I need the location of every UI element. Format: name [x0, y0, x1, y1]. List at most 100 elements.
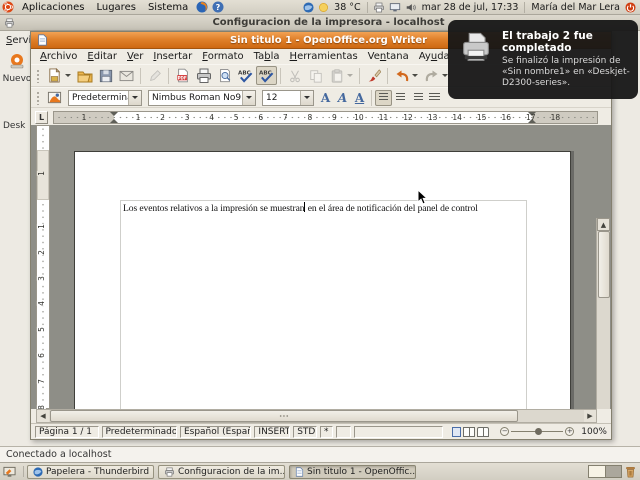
volume-icon[interactable] [405, 2, 417, 13]
save-button[interactable] [95, 66, 116, 85]
export-pdf-button[interactable]: PDF [172, 66, 193, 85]
left-indent-marker[interactable] [110, 112, 118, 123]
open-button[interactable] [74, 66, 95, 85]
display-tray-icon[interactable] [389, 2, 401, 13]
align-left-button[interactable] [375, 89, 392, 106]
new-document-button[interactable] [44, 66, 65, 85]
zoom-in-icon[interactable]: + [565, 427, 575, 436]
writer-menu-archivo[interactable]: Archivo [35, 51, 82, 62]
taskbar-button[interactable]: Papelera - Thunderbird [27, 464, 154, 479]
spellcheck-button[interactable]: ABC [235, 66, 256, 85]
horizontal-scrollbar[interactable]: ◀ ▶ [36, 409, 597, 423]
undo-dropdown[interactable] [412, 74, 418, 77]
font-size-dropdown[interactable] [300, 90, 313, 105]
align-right-button[interactable] [409, 90, 426, 106]
v-ruler-number: 1 [36, 171, 46, 176]
underline-button[interactable]: A [351, 91, 368, 105]
font-name-value: Nimbus Roman No9 L [152, 92, 242, 103]
user-label[interactable]: María del Mar Lera [531, 2, 620, 13]
menu-lugares[interactable]: Lugares [90, 2, 141, 13]
writer-menu-ver[interactable]: Ver [122, 51, 148, 62]
align-center-button[interactable] [392, 90, 409, 106]
paragraph-style-combo[interactable]: Predeterminado [68, 89, 142, 106]
vertical-scrollbar[interactable]: ▲ ▼ ⇈ ○ ⇊ [596, 218, 610, 409]
scroll-left-icon[interactable]: ◀ [37, 410, 49, 422]
font-size-combo[interactable]: 12 [262, 89, 314, 106]
selection-mode-cell[interactable]: STD [293, 425, 318, 438]
print-notification[interactable]: El trabajo 2 fue completado Se finalizó … [448, 20, 638, 99]
horizontal-scroll-thumb[interactable] [50, 410, 518, 422]
v-ruler-number: 3 [36, 275, 46, 281]
workspace-1[interactable] [589, 466, 605, 477]
font-name-dropdown[interactable] [242, 90, 255, 105]
font-size-value: 12 [266, 92, 278, 103]
ubuntu-logo-icon[interactable] [2, 1, 14, 13]
weather-icon[interactable] [318, 2, 329, 13]
writer-menu-tabla[interactable]: Tabla [249, 51, 285, 62]
menu-servidor[interactable]: Servic [6, 35, 32, 46]
page-preview-button[interactable] [214, 66, 235, 85]
shutdown-icon[interactable] [625, 1, 636, 13]
page-number-cell[interactable]: Página 1 / 1 [35, 425, 99, 438]
insert-mode-cell[interactable]: INSERT [254, 425, 291, 438]
zoom-out-icon[interactable]: − [500, 427, 510, 436]
writer-menu-insertar[interactable]: Insertar [148, 51, 197, 62]
autospellcheck-button[interactable]: ABC [256, 66, 277, 85]
firefox-icon[interactable] [196, 1, 208, 13]
thunderbird-tray-icon[interactable] [303, 1, 314, 13]
taskbar-button[interactable]: Sin titulo 1 - OpenOffic... [289, 464, 416, 479]
email-button[interactable] [116, 66, 137, 85]
multi-page-view-icon[interactable] [463, 426, 476, 437]
book-view-icon[interactable] [477, 426, 490, 437]
printer-list-item[interactable]: Desk [3, 121, 30, 131]
new-printer-button[interactable]: Nuevo [2, 51, 32, 84]
zoom-percent-label[interactable]: 100% [581, 427, 607, 437]
zoom-slider[interactable]: − + [500, 427, 575, 436]
bold-button[interactable]: A [317, 91, 334, 105]
scroll-up-icon[interactable]: ▲ [597, 218, 610, 231]
font-name-combo[interactable]: Nimbus Roman No9 L [148, 89, 256, 106]
paragraph-style-dropdown[interactable] [128, 90, 141, 105]
writer-menu-herramientas[interactable]: Herramientas [285, 51, 363, 62]
clock-label[interactable]: mar 28 de jul, 17:33 [422, 2, 519, 13]
trash-icon[interactable] [624, 465, 638, 479]
menu-aplicaciones[interactable]: Aplicaciones [16, 2, 90, 13]
format-paintbrush-button[interactable] [363, 66, 384, 85]
modified-flag-cell[interactable]: * [320, 425, 333, 438]
horizontal-ruler[interactable]: 1 1 2 3 4 5 6 7 8 9 10 11 12 13 14 15 16 17 18 [53, 111, 598, 124]
scroll-right-icon[interactable]: ▶ [584, 410, 596, 422]
show-desktop-button[interactable] [2, 464, 17, 479]
styles-panel-button[interactable] [44, 88, 65, 107]
italic-button[interactable]: A [334, 91, 351, 105]
taskbar-button-label: Configuracion de la im... [178, 466, 285, 477]
tab-selector-icon[interactable]: L [35, 111, 48, 124]
copy-button [305, 66, 326, 85]
writer-menu-formato[interactable]: Formato [197, 51, 248, 62]
help-icon[interactable]: ? [212, 1, 224, 13]
redo-button[interactable] [421, 66, 442, 85]
document-page[interactable]: Los eventos relativos a la impresión se … [74, 151, 571, 409]
toolbar-grip[interactable] [36, 68, 41, 83]
language-cell[interactable]: Español (España) [179, 425, 252, 438]
single-page-view-icon[interactable] [452, 426, 462, 437]
undo-button[interactable] [391, 66, 412, 85]
new-document-dropdown[interactable] [65, 74, 71, 77]
workspace-switcher[interactable] [588, 465, 622, 478]
toolbar-grip[interactable] [36, 90, 41, 105]
vertical-ruler[interactable]: 112345678 [36, 125, 50, 409]
print-button[interactable] [193, 66, 214, 85]
writer-menu-editar[interactable]: Editar [82, 51, 122, 62]
h-ruler-number: 7 [282, 113, 288, 122]
taskbar-button-label: Sin titulo 1 - OpenOffic... [307, 466, 416, 477]
menu-sistema[interactable]: Sistema [142, 2, 194, 13]
printer-tray-icon[interactable] [373, 2, 385, 13]
align-justify-button[interactable] [426, 90, 443, 106]
taskbar-button[interactable]: Configuracion de la im... [158, 464, 285, 479]
vertical-scroll-thumb[interactable] [598, 231, 610, 298]
writer-menu-ventana[interactable]: Ventana [363, 51, 414, 62]
page-style-cell[interactable]: Predeterminado [101, 425, 177, 438]
workspace-2[interactable] [604, 466, 621, 477]
zoom-slider-thumb[interactable] [535, 428, 543, 435]
v-ruler-number: 5 [36, 327, 46, 333]
notification-title: El trabajo 2 fue completado [502, 30, 593, 54]
